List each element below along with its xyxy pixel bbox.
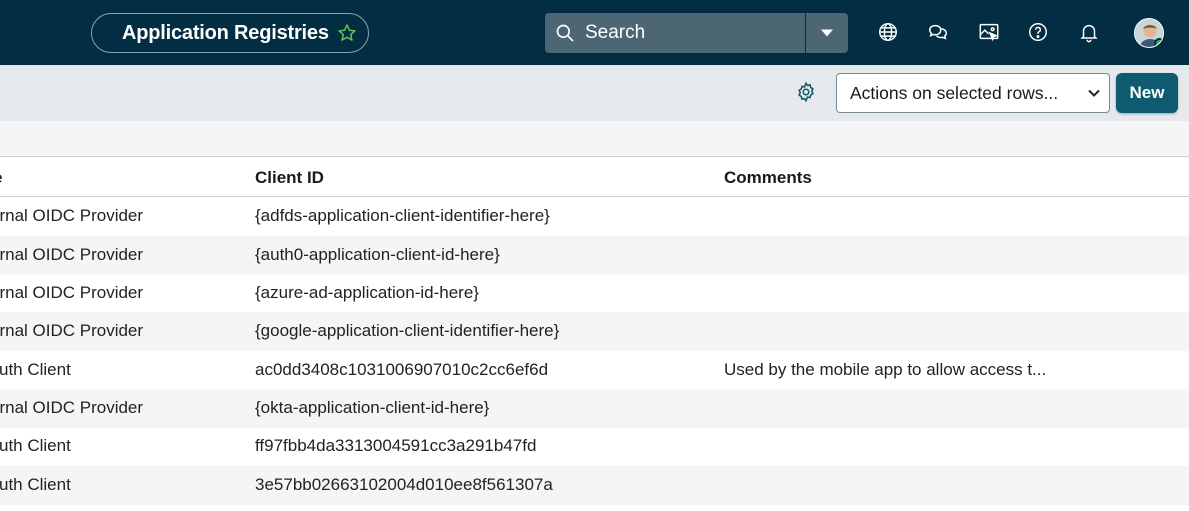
table-header: e Client ID Comments [0,158,1189,197]
favorite-star-icon[interactable] [337,23,357,43]
cell-client-id[interactable]: {okta-application-client-id-here} [255,398,489,418]
gear-icon[interactable] [795,81,817,103]
cell-type: ernal OIDC Provider [0,321,144,340]
chevron-down-icon [1088,89,1100,97]
global-search[interactable]: Search [545,13,848,53]
cell-comments: Used by the mobile app to allow access t… [724,360,1047,379]
search-icon [545,23,585,43]
list-toolbar: Actions on selected rows... New [0,65,1189,121]
table-row[interactable]: ernal OIDC Provider {okta-application-cl… [0,389,1189,428]
new-button[interactable]: New [1116,73,1178,113]
cell-client-id[interactable]: ac0dd3408c1031006907010c2cc6ef6d [255,360,548,380]
cell-type: ernal OIDC Provider [0,245,144,264]
chat-icon[interactable] [926,20,950,44]
globe-icon[interactable] [876,20,900,44]
table-row[interactable]: ernal OIDC Provider {azure-ad-applicatio… [0,274,1189,313]
user-avatar[interactable] [1134,18,1164,48]
search-scope-dropdown[interactable] [806,13,848,53]
online-status-badge [1154,38,1163,47]
cell-client-id[interactable]: {azure-ad-application-id-here} [255,283,479,303]
cell-type: ernal OIDC Provider [0,283,144,302]
cell-client-id[interactable]: {adfds-application-client-identifier-her… [255,206,550,226]
cell-client-id[interactable]: ff97fbb4da3313004591cc3a291b47fd [255,436,536,456]
column-header-comments[interactable]: Comments [724,168,812,188]
chevron-down-icon [821,29,833,37]
cell-type: uth Client [0,360,71,379]
cell-type: uth Client [0,475,71,494]
table-row[interactable]: ernal OIDC Provider {google-application-… [0,312,1189,351]
column-header-client-id[interactable]: Client ID [255,168,324,188]
bell-icon[interactable] [1077,20,1101,44]
table-row[interactable]: uth Client ff97fbb4da3313004591cc3a291b4… [0,427,1189,466]
page-title: Application Registries [122,21,329,44]
screen-capture-icon[interactable] [977,20,1001,44]
table-row[interactable]: uth Client ac0dd3408c1031006907010c2cc6e… [0,351,1189,390]
actions-select-value: Actions on selected rows... [850,82,1059,103]
table-row[interactable]: uth Client 3e57bb02663102004d010ee8f5613… [0,466,1189,505]
app-title-pill[interactable]: Application Registries [91,13,369,53]
column-header-type[interactable]: e [0,168,2,188]
cell-type: uth Client [0,436,71,455]
actions-select[interactable]: Actions on selected rows... [836,73,1110,113]
help-icon[interactable] [1026,20,1050,44]
cell-client-id[interactable]: {auth0-application-client-id-here} [255,245,500,265]
cell-client-id[interactable]: {google-application-client-identifier-he… [255,321,559,341]
top-nav-bar: Application Registries Search [0,0,1189,65]
cell-type: ernal OIDC Provider [0,206,144,225]
table-row[interactable]: ernal OIDC Provider {adfds-application-c… [0,197,1189,236]
search-input[interactable]: Search [585,22,805,44]
cell-client-id[interactable]: 3e57bb02663102004d010ee8f561307a [255,475,553,495]
table-row[interactable]: ernal OIDC Provider {auth0-application-c… [0,236,1189,275]
filter-bar [0,121,1189,157]
cell-type: ernal OIDC Provider [0,398,144,417]
